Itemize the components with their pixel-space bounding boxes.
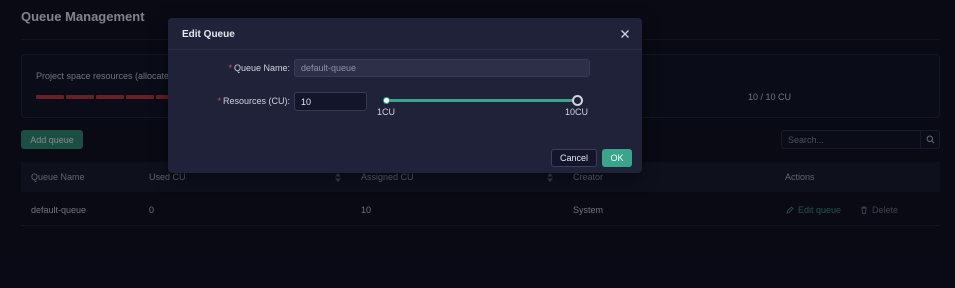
slider-handle[interactable] (572, 95, 583, 106)
resources-label-text: Resources (CU) (222, 96, 288, 106)
dialog-divider (168, 49, 642, 50)
required-mark: * (217, 96, 221, 106)
resources-slider[interactable] (383, 94, 583, 108)
slider-max-label: 10CU (565, 107, 589, 117)
queue-name-label-text: Queue Name (233, 63, 288, 73)
dialog-title: Edit Queue (182, 29, 235, 40)
queue-name-field[interactable] (294, 59, 590, 77)
required-mark: * (228, 63, 232, 73)
slider-min-label: 1CU (377, 107, 396, 117)
slider-fill (385, 99, 577, 102)
close-icon[interactable] (619, 28, 631, 40)
slider-min-dot (383, 97, 390, 104)
ok-button[interactable]: OK (602, 149, 632, 167)
edit-queue-dialog: Edit Queue *Queue Name: *Resources (CU):… (168, 18, 642, 173)
cancel-button[interactable]: Cancel (551, 149, 597, 167)
resources-label: * Resources (CU): (217, 96, 290, 106)
queue-name-label: * Queue Name: (228, 63, 290, 73)
resources-input[interactable] (294, 92, 367, 111)
